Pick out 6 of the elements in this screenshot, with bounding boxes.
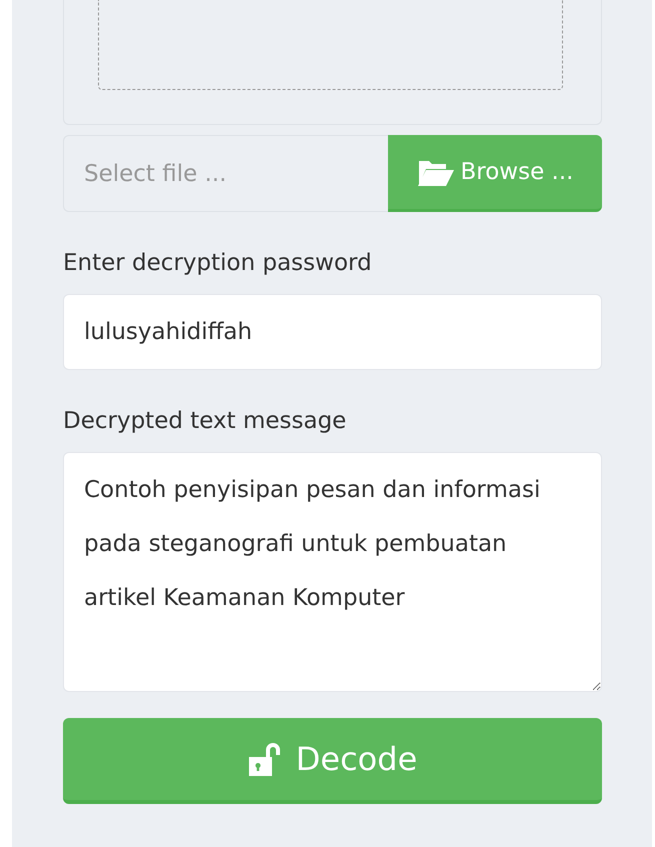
message-label: Decrypted text message xyxy=(63,408,348,434)
drop-area[interactable] xyxy=(98,0,563,90)
password-field[interactable]: lulusyahidiffah xyxy=(63,294,602,370)
message-text-area[interactable]: Contoh penyisipan pesan dan informasi pada steganografi untuk pembuatan artikel Keamanan Komputer xyxy=(63,452,602,692)
file-field[interactable]: Select file ... xyxy=(63,135,388,212)
password-label: Enter decryption password xyxy=(63,250,373,276)
